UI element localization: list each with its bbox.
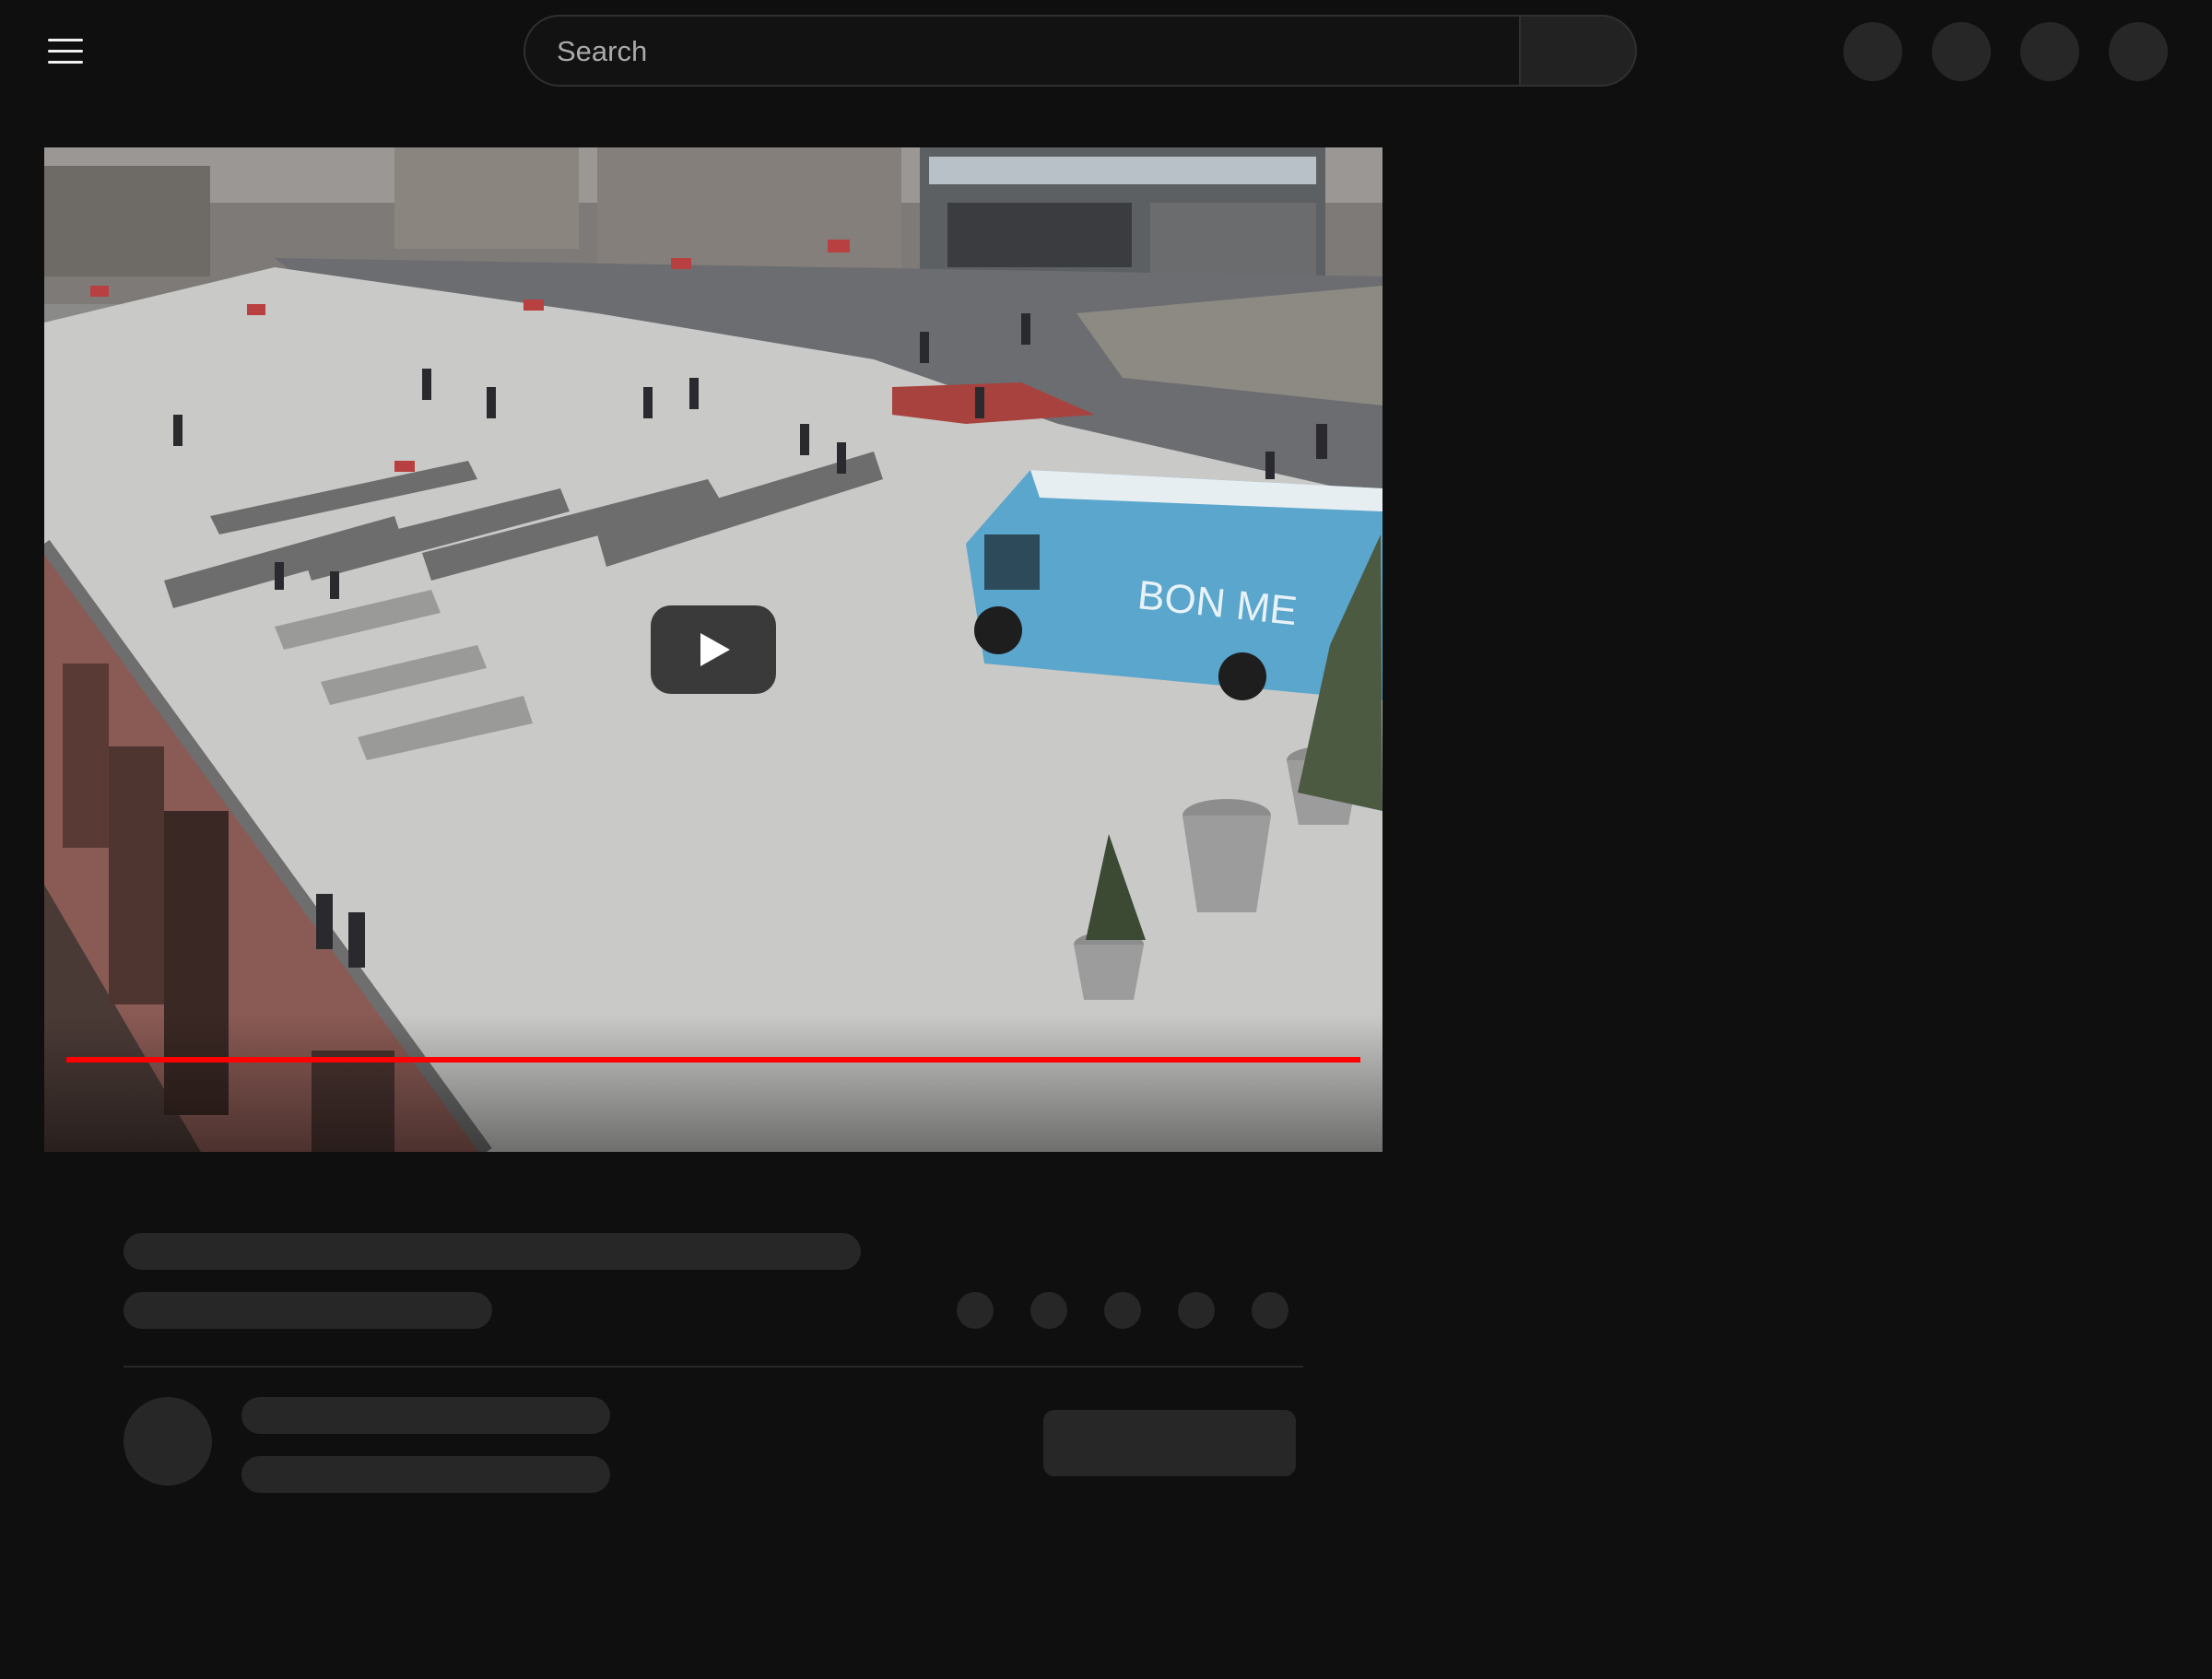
divider (124, 1366, 1303, 1368)
subscribe-button-skeleton (1043, 1410, 1296, 1476)
action-skeleton (1030, 1292, 1067, 1329)
play-icon (700, 633, 730, 666)
top-bar (0, 0, 2212, 101)
progress-bar[interactable] (66, 1057, 1360, 1063)
channel-avatar-skeleton (124, 1397, 212, 1485)
action-skeleton (1104, 1292, 1141, 1329)
search-button[interactable] (1519, 15, 1637, 87)
header-icon-placeholder[interactable] (1843, 22, 1902, 81)
video-player[interactable]: BON ME CC (44, 147, 1382, 1152)
controls-overlay (44, 1014, 1382, 1152)
action-skeleton (1178, 1292, 1215, 1329)
avatar[interactable] (2109, 22, 2168, 81)
search-box (524, 15, 1519, 87)
search-input[interactable] (555, 17, 1480, 87)
channel-name-skeleton (241, 1397, 610, 1434)
action-skeleton (957, 1292, 994, 1329)
title-skeleton (124, 1233, 861, 1270)
header-icon-placeholder[interactable] (1932, 22, 1991, 81)
channel-meta-skeleton (241, 1456, 610, 1493)
action-skeleton (1252, 1292, 1288, 1329)
large-play-button[interactable] (651, 605, 776, 694)
header-icon-placeholder[interactable] (2020, 22, 2079, 81)
menu-icon[interactable] (48, 35, 85, 66)
subtitle-skeleton (124, 1292, 492, 1329)
